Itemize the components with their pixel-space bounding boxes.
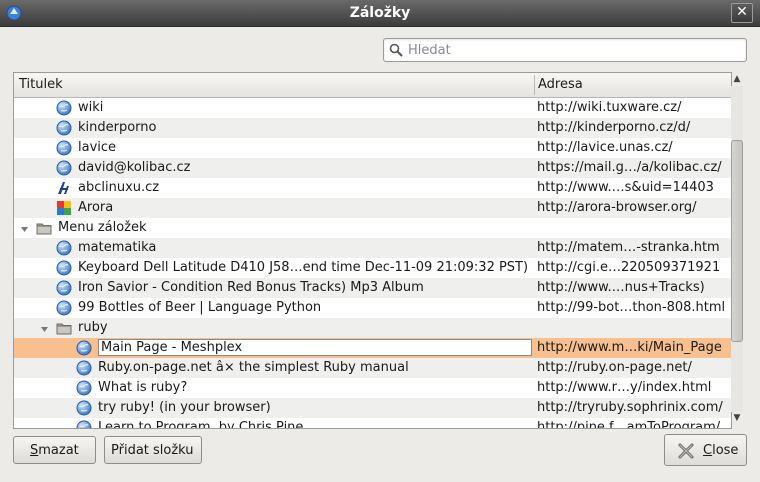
title-bar: Záložky ✕ — [0, 0, 760, 27]
add-folder-button[interactable]: Přidat složku — [104, 436, 202, 464]
column-header-title[interactable]: Titulek — [19, 77, 63, 92]
abclinuxu-icon — [56, 180, 72, 196]
bookmark-url: http://www.r…y/index.html — [537, 380, 712, 395]
close-icon — [678, 443, 694, 459]
bookmark-row[interactable]: try ruby! (in your browser) http://tryrub… — [14, 398, 731, 418]
bookmark-title: 99 Bottles of Beer | Language Python — [78, 300, 322, 315]
bookmark-row[interactable]: Arora http://arora-browser.org/ — [14, 198, 731, 218]
bookmark-url: http://www.m…ki/Main_Page — [537, 340, 722, 355]
window-title: Záložky — [349, 5, 411, 21]
globe-icon — [76, 400, 92, 416]
bookmark-row[interactable]: Iron Savior - Condition Red Bonus Tracks… — [14, 278, 731, 298]
globe-icon — [56, 280, 72, 296]
globe-icon — [76, 420, 92, 428]
bookmark-title: try ruby! (in your browser) — [98, 400, 271, 415]
globe-icon — [56, 120, 72, 136]
bookmark-title: matematika — [78, 240, 157, 255]
expand-arrow-icon[interactable] — [40, 323, 49, 332]
scroll-up-arrow-icon[interactable]: ▲ — [732, 74, 742, 84]
vertical-scrollbar[interactable]: ▲ ▼ — [730, 72, 744, 427]
title-edit-field[interactable]: Main Page - Meshplex — [98, 339, 532, 356]
bookmark-url: http://lavice.unas.cz/ — [537, 140, 673, 155]
bookmark-row[interactable]: wiki http://wiki.tuxware.cz/ — [14, 98, 731, 118]
scroll-thumb[interactable] — [731, 140, 743, 342]
close-mnemonic: C — [703, 443, 713, 458]
bookmark-row[interactable]: Main Page - Meshplex http://www.m…ki/Main… — [14, 338, 731, 358]
bookmark-title: Menu záložek — [58, 220, 147, 235]
bookmark-title: Arora — [78, 200, 114, 215]
bookmark-row[interactable]: lavice http://lavice.unas.cz/ — [14, 138, 731, 158]
bookmark-row[interactable]: matematika http://matem…-stranka.htm — [14, 238, 731, 258]
bookmark-title: ruby — [78, 320, 108, 335]
globe-icon — [76, 380, 92, 396]
bookmark-url: http://ruby.on-page.net/ — [537, 360, 692, 375]
close-button[interactable]: Close — [664, 434, 747, 466]
folder-icon — [56, 320, 72, 336]
bookmark-row[interactable]: david@kolibac.cz https://mail.g…/a/koliba… — [14, 158, 731, 178]
bookmark-row[interactable]: Keyboard Dell Latitude D410 J58…end time… — [14, 258, 731, 278]
search-icon — [389, 43, 403, 57]
globe-icon — [56, 140, 72, 156]
bookmark-row[interactable]: Learn to Program, by Chris Pine http://pi… — [14, 418, 731, 429]
globe-icon — [56, 240, 72, 256]
expand-arrow-icon[interactable] — [20, 223, 29, 232]
bookmark-title: lavice — [78, 140, 117, 155]
bookmark-title: abclinuxu.cz — [78, 180, 160, 195]
bookmark-url: http://kinderporno.cz/d/ — [537, 120, 691, 135]
globe-icon — [76, 340, 92, 356]
bookmark-title: wiki — [78, 100, 104, 115]
bookmark-url: https://mail.g…/a/kolibac.cz/ — [537, 160, 722, 175]
bookmark-row[interactable]: 99 Bottles of Beer | Language Python http… — [14, 298, 731, 318]
bookmark-row[interactable]: Ruby.on-page.net â⨯ the simplest Ruby ma… — [14, 358, 731, 378]
add-folder-label: Přidat složku — [111, 443, 194, 458]
bookmark-row[interactable]: abclinuxu.cz http://www.…s&uid=14403 — [14, 178, 731, 198]
close-icon: ✕ — [736, 4, 748, 20]
bookmark-title: david@kolibac.cz — [78, 160, 191, 175]
close-label: lose — [712, 443, 739, 458]
globe-icon — [56, 300, 72, 316]
bookmark-title: Iron Savior - Condition Red Bonus Tracks… — [78, 280, 424, 295]
bookmark-url: http://99-bot…thon-808.html — [537, 300, 726, 315]
bookmark-url: http://www.…s&uid=14403 — [537, 180, 714, 195]
folder-icon — [36, 220, 52, 236]
globe-icon — [56, 100, 72, 116]
column-header-address[interactable]: Adresa — [538, 77, 583, 92]
bookmark-title: Keyboard Dell Latitude D410 J58…end time… — [78, 260, 529, 275]
bookmark-url: http://www.…nus+Tracks) — [537, 280, 705, 295]
bookmark-title: kinderporno — [78, 120, 157, 135]
bookmark-title: What is ruby? — [98, 380, 188, 395]
bookmark-url: http://matem…-stranka.htm — [537, 240, 720, 255]
bookmark-row[interactable]: What is ruby? http://www.r…y/index.html — [14, 378, 731, 398]
bookmarks-tree[interactable]: Titulek Adresa wiki http://wiki.tuxware.c… — [13, 72, 732, 429]
bookmark-title: Ruby.on-page.net â⨯ the simplest Ruby ma… — [98, 360, 409, 375]
bookmark-url: http://wiki.tuxware.cz/ — [537, 100, 682, 115]
bookmark-row[interactable]: kinderporno http://kinderporno.cz/d/ — [14, 118, 731, 138]
bookmark-url: http://pine.f…amToProgram/ — [537, 420, 721, 429]
arora-icon — [56, 200, 72, 216]
tree-header: Titulek Adresa — [14, 73, 731, 98]
delete-button[interactable]: Smazat — [13, 436, 96, 464]
bookmark-url: http://arora-browser.org/ — [537, 200, 697, 215]
bookmark-url: http://tryruby.sophrinix.com/ — [537, 400, 723, 415]
scroll-down-arrow-icon[interactable]: ▼ — [732, 413, 742, 423]
folder-row[interactable]: ruby — [14, 318, 731, 338]
search-input[interactable] — [406, 40, 740, 60]
bookmark-url: http://cgi.e…220509371921 — [537, 260, 721, 275]
globe-icon — [76, 360, 92, 376]
window-close-button[interactable]: ✕ — [731, 3, 753, 23]
delete-label: mazat — [38, 443, 79, 458]
globe-icon — [56, 260, 72, 276]
folder-row[interactable]: Menu záložek — [14, 218, 731, 238]
tree-rows: wiki http://wiki.tuxware.cz/kinderporno ht… — [14, 98, 731, 429]
bookmark-title: Learn to Program, by Chris Pine — [98, 420, 304, 429]
search-box[interactable] — [383, 38, 747, 62]
globe-icon — [56, 160, 72, 176]
